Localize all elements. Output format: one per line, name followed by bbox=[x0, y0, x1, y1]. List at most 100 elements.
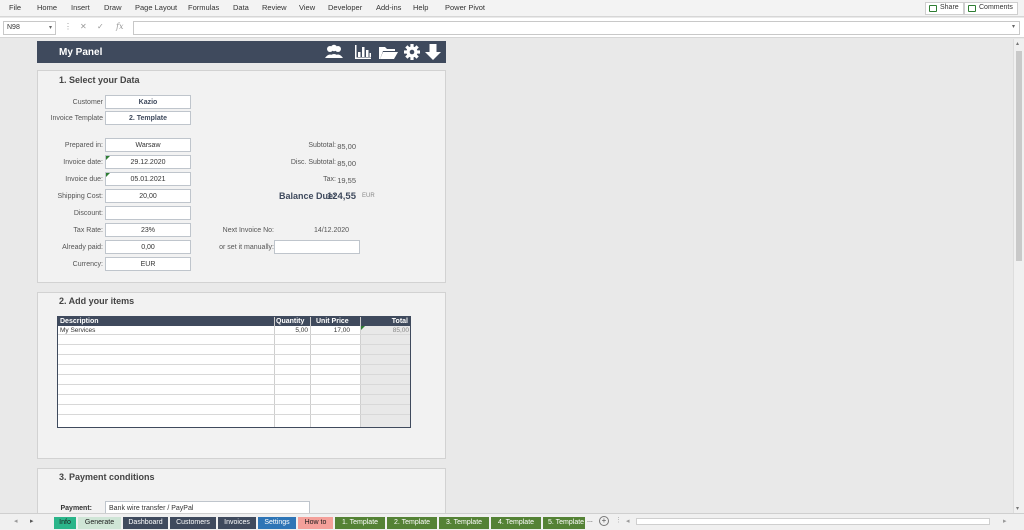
share-button[interactable]: Share bbox=[925, 2, 964, 15]
balance-due-value: 124,55 bbox=[326, 191, 356, 202]
share-icon bbox=[929, 5, 937, 12]
menu-page-layout[interactable]: Page Layout bbox=[135, 3, 177, 12]
tab-customers[interactable]: Customers bbox=[170, 517, 216, 529]
discount-field[interactable] bbox=[105, 206, 191, 220]
prepared-in-field[interactable]: Warsaw bbox=[105, 138, 191, 152]
arrow-down-icon[interactable] bbox=[423, 43, 443, 61]
tab-generate[interactable]: Generate bbox=[78, 517, 121, 529]
scroll-left-icon[interactable]: ◂ bbox=[626, 517, 630, 525]
currency-label: Currency: bbox=[72, 261, 103, 268]
vertical-scrollbar[interactable]: ▴ ▾ bbox=[1013, 39, 1024, 513]
menu-draw[interactable]: Draw bbox=[104, 3, 122, 12]
invoice-due-field[interactable]: 05.01.2021 bbox=[105, 172, 191, 186]
menu-add-ins[interactable]: Add-ins bbox=[376, 3, 401, 12]
manual-invoice-field[interactable] bbox=[274, 240, 360, 254]
menu-data[interactable]: Data bbox=[233, 3, 249, 12]
customer-field[interactable]: Kazio bbox=[105, 95, 191, 109]
bar-chart-icon[interactable] bbox=[353, 43, 373, 61]
tab-3-template[interactable]: 3. Template bbox=[439, 517, 489, 529]
name-box[interactable]: N98 ▾ bbox=[3, 21, 56, 35]
invoice-date-label: Invoice date: bbox=[63, 159, 103, 166]
payment-label: Payment: bbox=[60, 505, 92, 512]
tabs-splitter-icon[interactable]: ⋮ bbox=[615, 516, 622, 524]
scroll-up-icon[interactable]: ▴ bbox=[1016, 40, 1019, 47]
discount-label: Discount: bbox=[73, 210, 103, 217]
comments-button[interactable]: Comments bbox=[964, 2, 1018, 15]
formula-input[interactable] bbox=[133, 21, 1020, 35]
prepared-in-label: Prepared in: bbox=[64, 142, 103, 149]
menu-file[interactable]: File bbox=[9, 3, 21, 12]
table-row[interactable] bbox=[58, 336, 410, 345]
section-select-data: 1. Select your Data Customer Kazio Invoi… bbox=[37, 70, 446, 283]
payment-field[interactable]: Bank wire transfer / PayPal bbox=[105, 501, 310, 513]
tab-info[interactable]: Info bbox=[54, 517, 76, 529]
name-box-value: N98 bbox=[7, 24, 20, 31]
menu-review[interactable]: Review bbox=[262, 3, 287, 12]
worksheet[interactable]: My Panel 1. Select your Data Customer Ka… bbox=[0, 39, 1013, 513]
menu-home[interactable]: Home bbox=[37, 3, 57, 12]
users-icon[interactable] bbox=[324, 43, 344, 61]
tab-5-template[interactable]: 5. Template bbox=[543, 517, 585, 529]
tab-settings[interactable]: Settings bbox=[258, 517, 296, 529]
section-title: 2. Add your items bbox=[59, 296, 135, 306]
tab-1-template[interactable]: 1. Template bbox=[335, 517, 385, 529]
row-unit-price[interactable]: 17,00 bbox=[310, 327, 350, 334]
menu-view[interactable]: View bbox=[299, 3, 315, 12]
sheet-tabs-bar: ◂ ▸ Info Generate Dashboard Customers In… bbox=[0, 513, 1024, 530]
header-quantity: Quantity bbox=[276, 318, 305, 325]
next-invoice-label: Next Invoice No: bbox=[222, 227, 274, 234]
table-row[interactable] bbox=[58, 366, 410, 375]
tab-how-to[interactable]: How to bbox=[298, 517, 333, 529]
shipping-cost-field[interactable]: 20,00 bbox=[105, 189, 191, 203]
scroll-tabs-left-icon[interactable]: ◂ bbox=[14, 517, 18, 525]
scroll-down-icon[interactable]: ▾ bbox=[1016, 505, 1019, 512]
tab-2-template[interactable]: 2. Template bbox=[387, 517, 437, 529]
menu-developer[interactable]: Developer bbox=[328, 3, 362, 12]
scroll-tabs-right-icon[interactable]: ▸ bbox=[30, 517, 34, 525]
row-description[interactable]: My Services bbox=[60, 327, 95, 334]
row-quantity[interactable]: 5,00 bbox=[274, 327, 308, 334]
currency-field[interactable]: EUR bbox=[105, 257, 191, 271]
horizontal-scrollbar[interactable] bbox=[636, 518, 990, 525]
menu-insert[interactable]: Insert bbox=[71, 3, 90, 12]
invoice-template-field[interactable]: 2. Template bbox=[105, 111, 191, 125]
header-unit-price: Unit Price bbox=[316, 318, 349, 325]
tab-4-template[interactable]: 4. Template bbox=[491, 517, 541, 529]
invoice-date-field[interactable]: 29.12.2020 bbox=[105, 155, 191, 169]
next-invoice-value: 14/12.2020 bbox=[314, 227, 350, 234]
tab-invoices[interactable]: Invoices bbox=[218, 517, 256, 529]
invoice-due-label: Invoice due: bbox=[65, 176, 103, 183]
table-row[interactable] bbox=[58, 356, 410, 365]
table-row[interactable]: My Services 5,00 17,00 85,00 bbox=[58, 326, 410, 335]
table-row[interactable] bbox=[58, 416, 410, 425]
table-row[interactable] bbox=[58, 406, 410, 415]
already-paid-field[interactable]: 0,00 bbox=[105, 240, 191, 254]
folder-open-icon[interactable] bbox=[378, 43, 398, 61]
add-sheet-icon[interactable]: + bbox=[599, 516, 609, 526]
menu-power-pivot[interactable]: Power Pivot bbox=[445, 3, 485, 12]
panel-title: My Panel bbox=[59, 47, 103, 58]
scrollbar-thumb[interactable] bbox=[1016, 51, 1022, 261]
gear-icon[interactable] bbox=[402, 43, 422, 61]
section-payment-conditions: 3. Payment conditions Payment: Bank wire… bbox=[37, 468, 446, 513]
table-row[interactable] bbox=[58, 346, 410, 355]
more-options-icon: ⋮ bbox=[64, 22, 72, 31]
section-title: 3. Payment conditions bbox=[59, 472, 155, 482]
more-tabs-button[interactable]: ... bbox=[587, 517, 593, 524]
table-row[interactable] bbox=[58, 396, 410, 405]
menu-help[interactable]: Help bbox=[413, 3, 428, 12]
chevron-down-icon[interactable]: ▾ bbox=[49, 24, 52, 31]
invoice-due-value: 05.01.2021 bbox=[130, 176, 166, 183]
confirm-icon[interactable]: ✓ bbox=[97, 22, 104, 31]
scroll-right-icon[interactable]: ▸ bbox=[1003, 517, 1007, 525]
cancel-icon[interactable]: ✕ bbox=[80, 22, 87, 31]
tax-rate-field[interactable]: 23% bbox=[105, 223, 191, 237]
tab-dashboard[interactable]: Dashboard bbox=[123, 517, 168, 529]
comment-icon bbox=[968, 5, 976, 12]
function-icon[interactable]: fx bbox=[116, 22, 123, 31]
comment-marker bbox=[106, 173, 110, 177]
table-row[interactable] bbox=[58, 376, 410, 385]
table-row[interactable] bbox=[58, 386, 410, 395]
menu-formulas[interactable]: Formulas bbox=[188, 3, 219, 12]
expand-formula-icon[interactable]: ▾ bbox=[1012, 23, 1015, 30]
